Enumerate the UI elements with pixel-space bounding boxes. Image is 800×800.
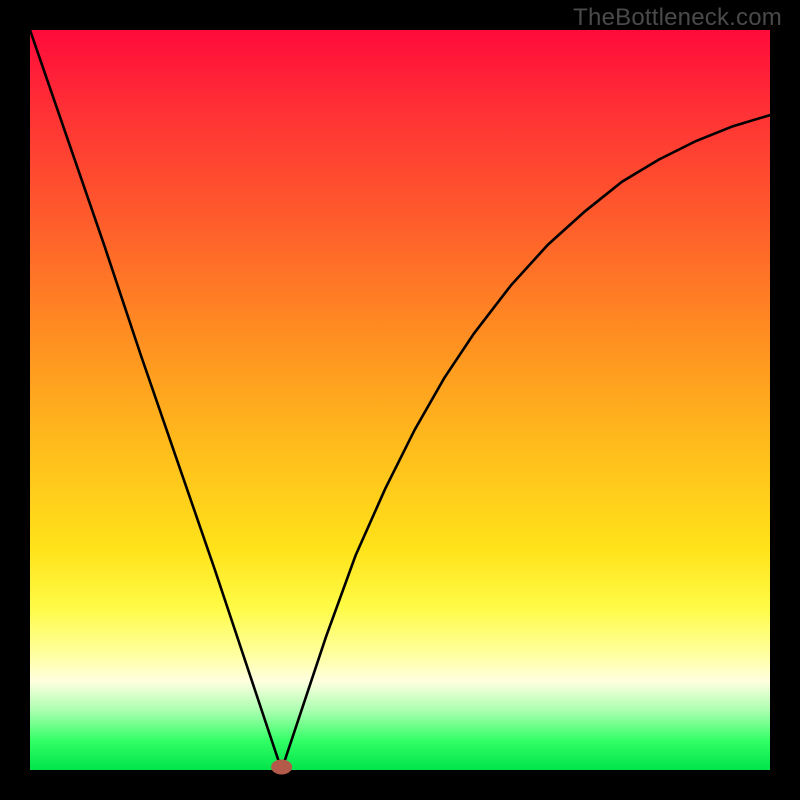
bottleneck-curve xyxy=(30,30,770,770)
watermark-text: TheBottleneck.com xyxy=(573,4,782,32)
curve-svg xyxy=(30,30,770,770)
minimum-marker xyxy=(272,760,292,774)
chart-frame: TheBottleneck.com xyxy=(0,0,800,800)
plot-area xyxy=(30,30,770,770)
